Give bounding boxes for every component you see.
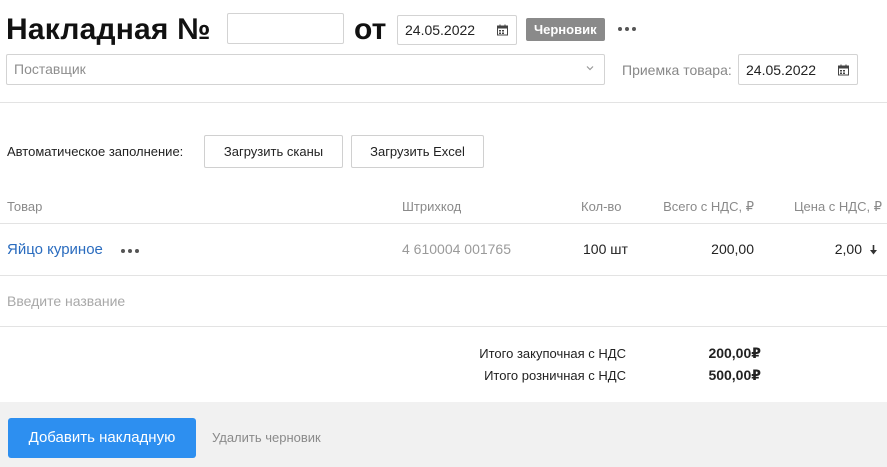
add-invoice-button[interactable]: Добавить накладную [8,418,196,458]
qty-value[interactable]: 100 шт [583,241,628,257]
retail-total-value: 500,00₽ [708,367,761,383]
supplier-select[interactable]: Поставщик [6,54,605,85]
arrow-down-icon[interactable] [869,244,878,255]
invoice-number-input[interactable] [227,13,344,44]
column-header-barcode: Штрихкод [402,199,462,214]
retail-total-label: Итого розничная с НДС [484,368,626,383]
receipt-label: Приемка товара: [622,62,732,78]
upload-scans-button[interactable]: Загрузить сканы [204,135,343,168]
column-header-total: Всего с НДС, ₽ [663,199,754,214]
price-value[interactable]: 2,00 [835,241,862,257]
more-options-icon[interactable] [618,27,636,31]
divider [0,326,887,327]
chevron-down-icon [586,66,594,71]
supplier-placeholder: Поставщик [14,61,86,77]
receipt-date-value: 24.05.2022 [746,61,817,78]
status-badge: Черновик [526,18,605,41]
barcode-value: 4 610004 001765 [402,241,511,257]
purchase-total-label: Итого закупочная с НДС [479,346,626,361]
column-header-qty: Кол-во [581,199,622,214]
purchase-total-value: 200,00₽ [708,345,761,361]
column-header-price: Цена с НДС, ₽ [793,199,882,214]
divider [0,223,887,224]
autofill-label: Автоматическое заполнение: [7,144,184,159]
page-title: Накладная № [6,13,211,46]
row-options-icon[interactable] [121,249,139,253]
receipt-date-input[interactable]: 24.05.2022 [738,54,858,85]
column-header-product: Товар [7,199,43,214]
product-name-link[interactable]: Яйцо куриное [7,241,103,258]
delete-draft-link[interactable]: Удалить черновик [212,430,321,445]
new-item-input[interactable]: Введите название [7,293,125,309]
divider [0,102,887,103]
divider [0,275,887,276]
from-label: от [354,13,387,46]
total-value[interactable]: 200,00 [711,241,754,257]
calendar-icon[interactable] [497,24,508,36]
invoice-date-value: 24.05.2022 [405,22,476,38]
calendar-icon[interactable] [838,64,849,75]
upload-excel-button[interactable]: Загрузить Excel [351,135,484,168]
invoice-date-input[interactable]: 24.05.2022 [397,15,517,45]
